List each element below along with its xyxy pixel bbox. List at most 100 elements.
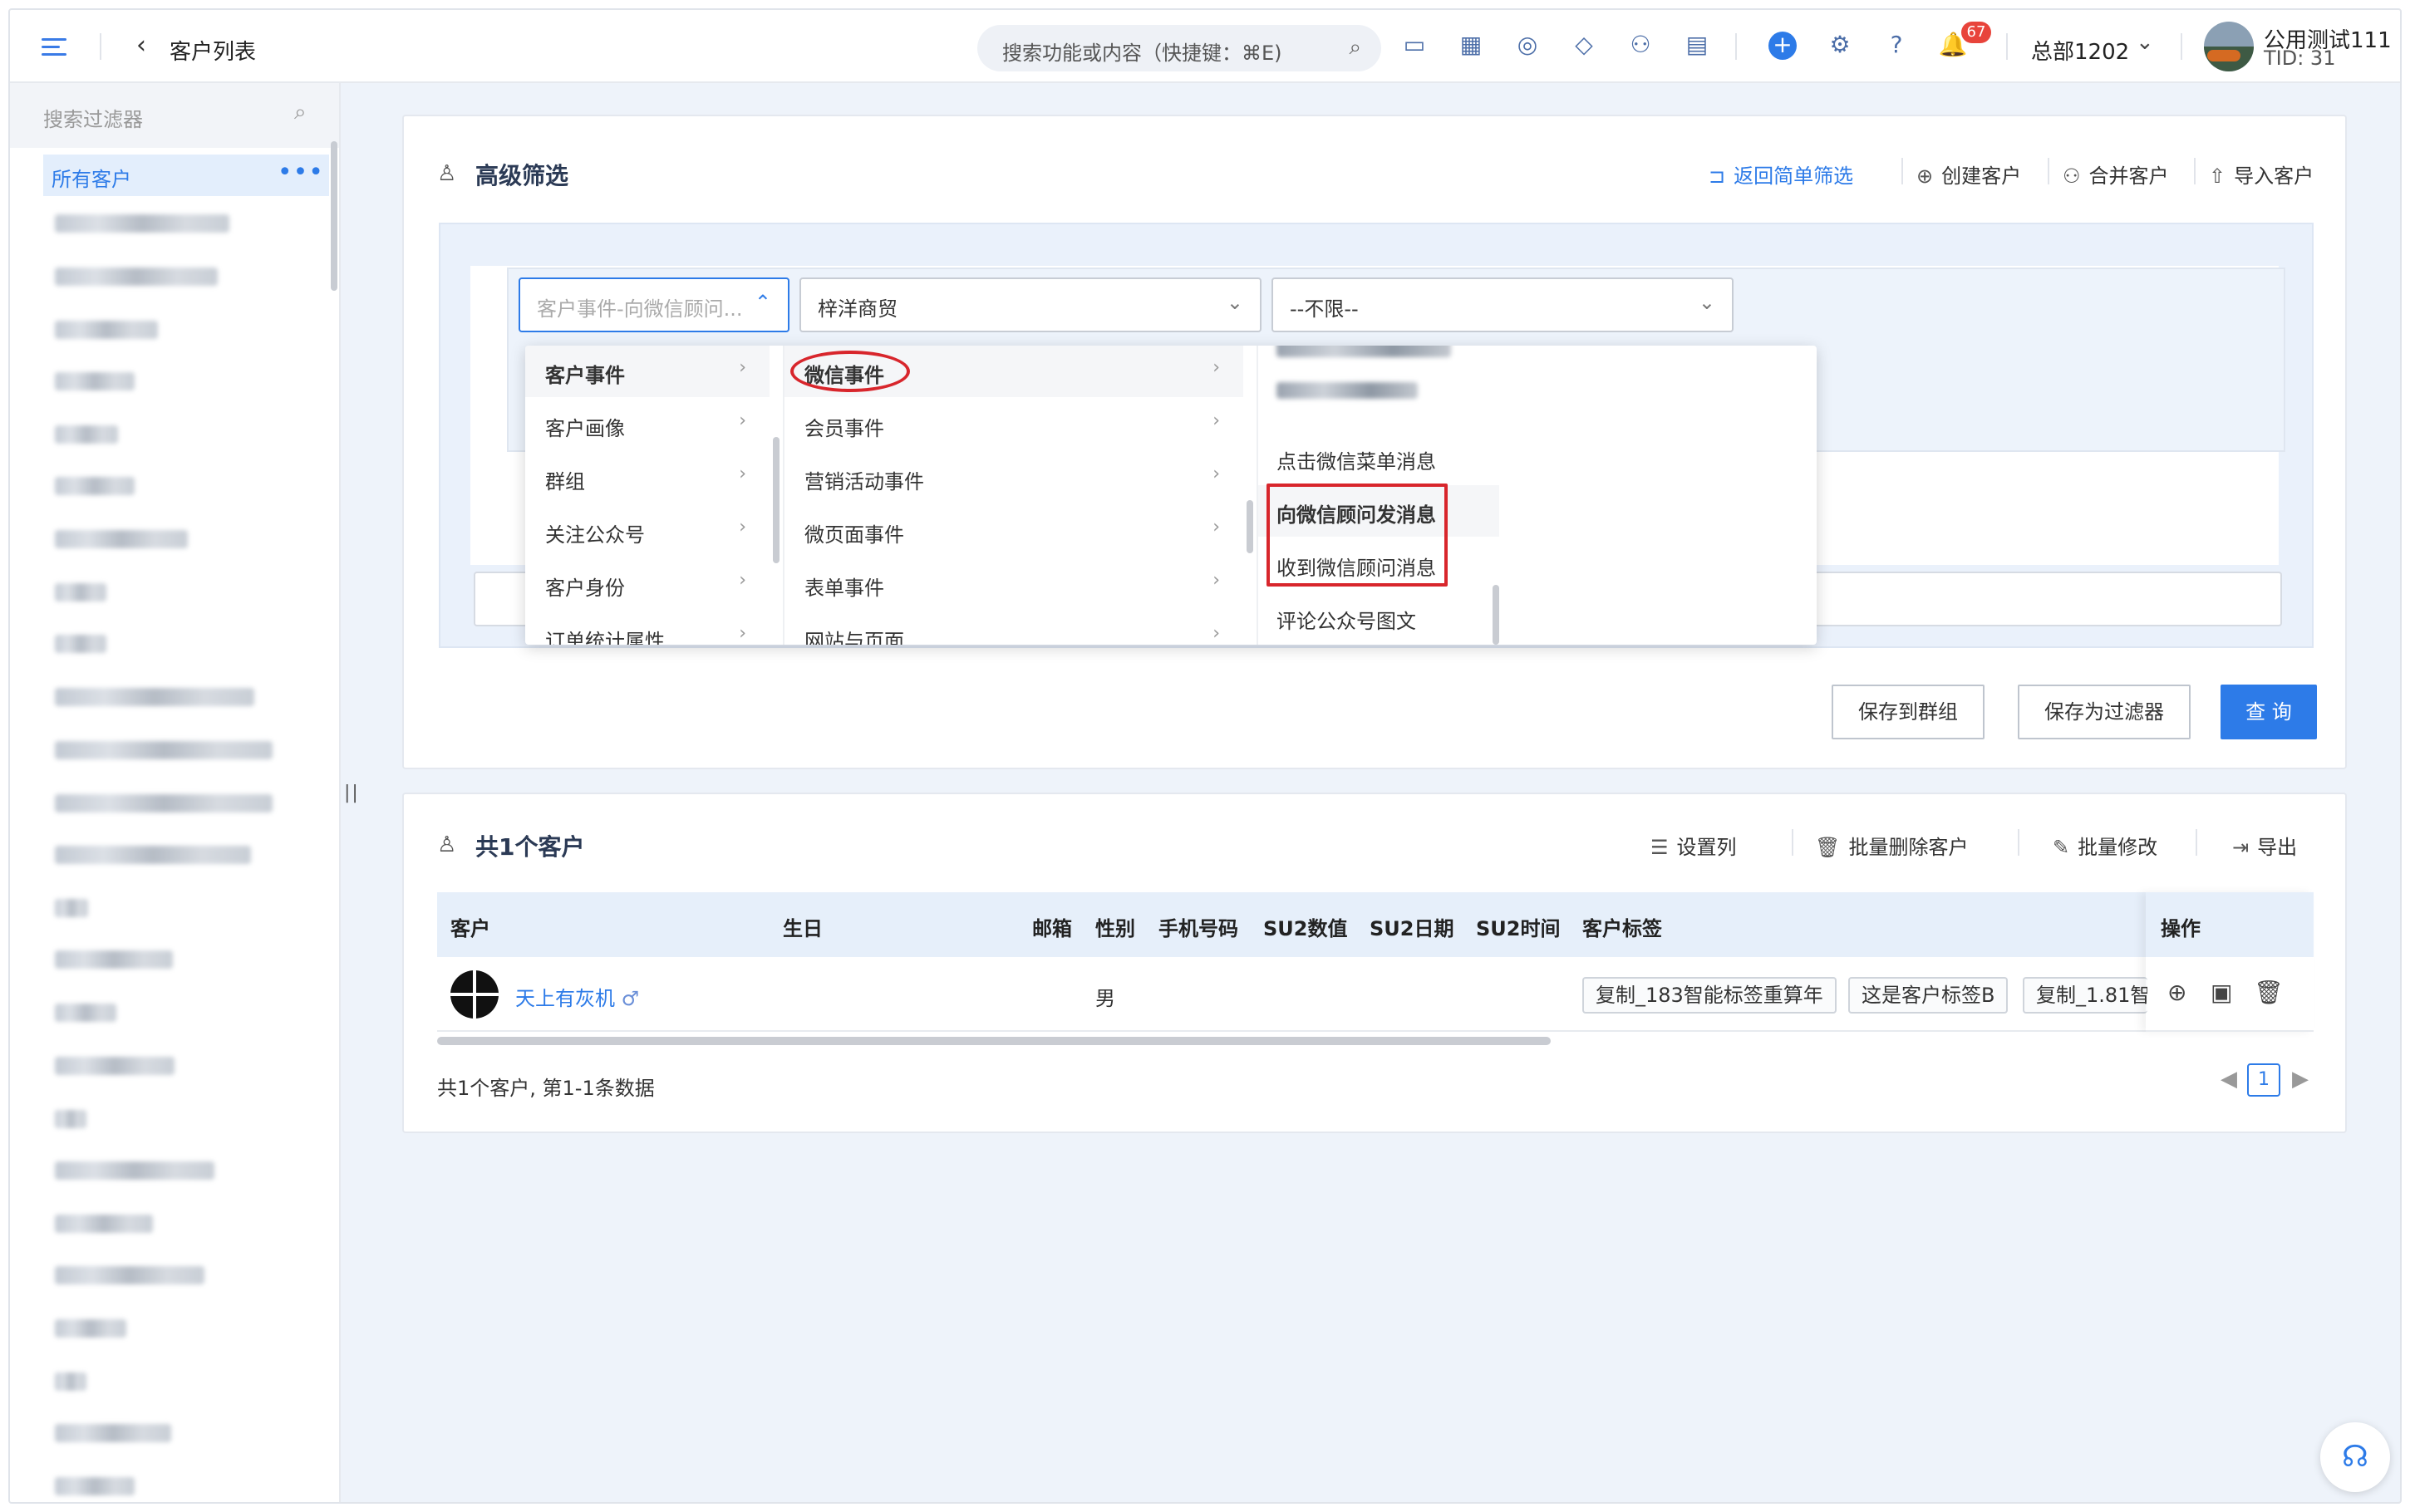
column-header[interactable]: SU2时间: [1476, 912, 1560, 941]
blurred-filter-item[interactable]: [55, 372, 135, 390]
current-page[interactable]: 1: [2247, 1063, 2280, 1097]
column-header[interactable]: 邮箱: [1032, 912, 1072, 941]
create-customer-button[interactable]: ⊕ 创建客户: [1916, 160, 2021, 189]
save-as-filter-button[interactable]: 保存为过滤器: [2018, 685, 2191, 739]
cascader-option[interactable]: 客户画像 ›: [525, 399, 770, 450]
set-columns-button[interactable]: ☰ 设置列: [1650, 831, 1737, 860]
add-icon[interactable]: ⊕: [2167, 979, 2186, 1006]
qrcode-icon[interactable]: ▦: [1456, 30, 1486, 60]
cascader-option[interactable]: 客户事件 ›: [525, 346, 770, 397]
blurred-filter-item[interactable]: [55, 321, 158, 339]
column-header[interactable]: 手机号码: [1158, 912, 1238, 941]
org-selector[interactable]: 总部1202: [2031, 35, 2129, 66]
blurred-filter-item[interactable]: [55, 846, 251, 864]
page-title[interactable]: 客户列表: [170, 35, 256, 66]
account-select[interactable]: 梓洋商贸 ⌄: [799, 277, 1262, 332]
sidebar-scrollbar[interactable]: [331, 141, 337, 291]
customer-name-link[interactable]: 天上有灰机 ♂: [515, 982, 639, 1011]
blurred-filter-item[interactable]: [55, 425, 118, 444]
blurred-filter-item[interactable]: [55, 1161, 214, 1180]
search-icon[interactable]: ⌕: [1349, 35, 1361, 61]
column-header[interactable]: 生日: [783, 912, 823, 941]
table-row[interactable]: 天上有灰机 ♂ 男 复制_183智能标签重算年 这是客户标签B 复制_1.81智: [437, 957, 2314, 1032]
blurred-option[interactable]: [1276, 346, 1451, 357]
cascader-option[interactable]: 群组 ›: [525, 452, 770, 503]
column-header[interactable]: 客户: [450, 912, 490, 941]
column-header[interactable]: SU2数值: [1263, 912, 1347, 941]
tag-icon[interactable]: ◇: [1569, 30, 1599, 60]
column-header[interactable]: 客户标签: [1582, 912, 1662, 941]
search-icon[interactable]: ⌕: [294, 100, 307, 125]
cascader-scrollbar[interactable]: [773, 437, 780, 563]
calendar-icon[interactable]: ▤: [1682, 30, 1712, 60]
cascader-scrollbar[interactable]: [1247, 500, 1253, 553]
blurred-filter-item[interactable]: [55, 583, 106, 601]
blurred-filter-item[interactable]: [55, 1004, 116, 1022]
import-customer-button[interactable]: ⇧ 导入客户: [2209, 160, 2314, 189]
chevron-down-icon[interactable]: ⌄: [2136, 30, 2154, 55]
blurred-filter-item[interactable]: [55, 1057, 175, 1075]
sidebar-collapse-handle[interactable]: ||: [344, 783, 360, 803]
filter-search-input[interactable]: 搜索过滤器 ⌕: [10, 83, 339, 148]
back-arrow-icon[interactable]: ‹: [136, 32, 146, 60]
avatar[interactable]: [2204, 22, 2254, 71]
batch-edit-button[interactable]: ✎ 批量修改: [2053, 831, 2157, 860]
blurred-filter-item[interactable]: [55, 1424, 171, 1442]
blurred-filter-item[interactable]: [55, 950, 173, 969]
help-icon[interactable]: ?: [1881, 30, 1911, 60]
cascader-option[interactable]: 会员事件 ›: [784, 399, 1243, 450]
cascader-scrollbar[interactable]: [1493, 585, 1499, 645]
sidebar-item-all-customers[interactable]: 所有客户 •••: [43, 155, 329, 196]
detail-icon[interactable]: ▣: [2211, 979, 2232, 1006]
next-page-icon[interactable]: ▶: [2292, 1067, 2309, 1092]
cascader-option[interactable]: 网站与页面 ›: [784, 611, 1243, 645]
export-button[interactable]: ⇥ 导出: [2232, 831, 2297, 860]
blurred-filter-item[interactable]: [55, 741, 273, 759]
table-horizontal-scrollbar[interactable]: [437, 1037, 1551, 1045]
cascader-option[interactable]: 微页面事件 ›: [784, 505, 1243, 557]
cascader-option[interactable]: 评论公众号图文: [1258, 592, 1499, 643]
blurred-filter-item[interactable]: [55, 688, 254, 706]
blurred-filter-item[interactable]: [55, 268, 218, 286]
blurred-filter-item[interactable]: [55, 477, 135, 495]
batch-delete-button[interactable]: 🗑 批量删除客户: [1815, 831, 1968, 860]
event-type-select[interactable]: 客户事件-向微信顾问... ⌃: [519, 277, 789, 332]
time-range-select[interactable]: --不限-- ⌄: [1271, 277, 1734, 332]
gear-icon[interactable]: ⚙: [1825, 30, 1855, 60]
blurred-filter-item[interactable]: [55, 1477, 135, 1495]
blurred-filter-item[interactable]: [55, 1215, 153, 1233]
blurred-filter-item[interactable]: [55, 1266, 204, 1284]
back-simple-filter-link[interactable]: ⊐ 返回简单筛选: [1709, 160, 1853, 189]
prev-page-icon[interactable]: ◀: [2221, 1067, 2237, 1092]
blurred-filter-item[interactable]: [55, 635, 106, 653]
column-header[interactable]: SU2日期: [1370, 912, 1453, 941]
blurred-option[interactable]: [1276, 382, 1418, 399]
menu-icon[interactable]: [42, 33, 66, 58]
blurred-filter-item[interactable]: [55, 1372, 86, 1391]
blurred-filter-item[interactable]: [55, 794, 273, 812]
query-button[interactable]: 查 询: [2221, 685, 2317, 739]
save-to-group-button[interactable]: 保存到群组: [1832, 685, 1985, 739]
compass-icon[interactable]: ◎: [1512, 30, 1542, 60]
blurred-filter-item[interactable]: [55, 899, 88, 917]
blurred-filter-item[interactable]: [55, 1319, 126, 1338]
cascader-option[interactable]: 关注公众号 ›: [525, 505, 770, 557]
cascader-option[interactable]: 点击微信菜单消息: [1258, 432, 1499, 484]
blurred-filter-item[interactable]: [55, 214, 229, 233]
users-icon[interactable]: ⚇: [1626, 30, 1655, 60]
cascader-option[interactable]: 表单事件 ›: [784, 558, 1243, 610]
cascader-option[interactable]: 营销活动事件 ›: [784, 452, 1243, 503]
more-icon[interactable]: •••: [278, 158, 324, 187]
merge-customer-button[interactable]: ⚇ 合并客户: [2063, 160, 2169, 189]
cascader-option[interactable]: 客户身份 ›: [525, 558, 770, 610]
global-search-input[interactable]: 搜索功能或内容（快捷键：⌘E) ⌕: [977, 25, 1381, 71]
trash-icon[interactable]: 🗑: [2254, 979, 2284, 1006]
blurred-filter-item[interactable]: [55, 1110, 86, 1128]
column-header[interactable]: 性别: [1095, 912, 1135, 941]
blurred-filter-item[interactable]: [55, 530, 188, 548]
add-icon[interactable]: +: [1768, 32, 1797, 60]
customer-avatar[interactable]: [450, 970, 499, 1019]
cascader-option[interactable]: 订单统计属性 ›: [525, 611, 770, 645]
support-chat-icon[interactable]: ☊: [2320, 1422, 2390, 1492]
message-icon[interactable]: ▭: [1399, 30, 1429, 60]
